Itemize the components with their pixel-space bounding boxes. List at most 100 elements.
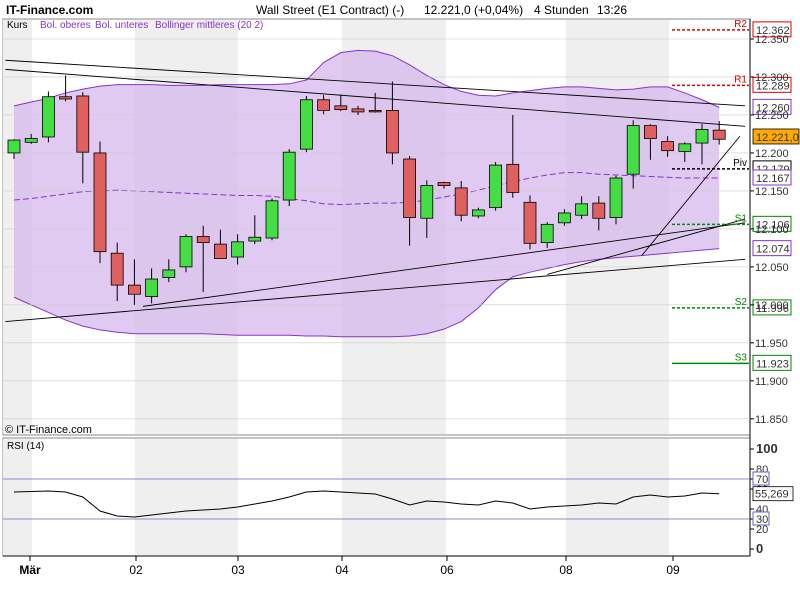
candle-body <box>558 212 571 224</box>
y-tick-label: 12.350 <box>755 34 789 46</box>
candle-body <box>110 252 124 286</box>
candle-body <box>282 151 296 201</box>
y-tick-label: 12.050 <box>755 262 789 274</box>
candle-body <box>334 105 348 111</box>
candle-body <box>299 99 313 150</box>
rsi-panel-label: RSI (14) <box>7 441 44 452</box>
y-tick-label: 12.250 <box>755 110 789 122</box>
candle-body <box>437 182 451 186</box>
y-tick-label: 12.150 <box>755 186 789 198</box>
site-title: IT-Finance.com <box>6 3 93 17</box>
candle-body <box>231 241 245 258</box>
y-tick-label: 11.850 <box>755 414 788 426</box>
candle-body <box>678 143 692 152</box>
legend-upper: Bol. oberes <box>40 20 91 31</box>
candle-body <box>454 187 468 216</box>
candle <box>489 162 503 211</box>
price-panel-label: Kurs <box>7 20 28 31</box>
y-tick-label: 12.200 <box>755 148 789 160</box>
level-label-s3: S3 <box>735 352 748 363</box>
rsi-tick-label: 20 <box>756 524 768 536</box>
level-label-piv: Piv <box>733 158 747 169</box>
candle-body <box>712 129 726 140</box>
level-label-s2: S2 <box>735 297 748 308</box>
legend-middle: Bollinger mittleres (20 2) <box>155 20 263 31</box>
y-tick-label: 12.300 <box>755 72 789 84</box>
x-tick-label: Mär <box>19 563 41 577</box>
day-band <box>566 439 669 555</box>
candle <box>42 91 55 143</box>
candle <box>609 175 623 225</box>
level-label-s1: S1 <box>735 213 748 224</box>
band-value-label: 12.221,0 <box>756 132 799 144</box>
candle-body <box>7 139 21 154</box>
candle-body <box>248 236 262 242</box>
y-tick-label: 12.000 <box>755 300 789 312</box>
candle-body <box>575 203 588 216</box>
level-label-r1: R1 <box>734 74 747 85</box>
rsi-tick-label: 0 <box>756 541 763 556</box>
candle-body <box>385 109 399 154</box>
candle-body <box>489 164 503 209</box>
y-tick-label: 12.100 <box>755 224 789 236</box>
x-tick-label: 02 <box>129 563 143 577</box>
candle-body <box>59 96 72 100</box>
day-band <box>3 439 32 555</box>
interval-label: 4 Stunden <box>534 3 589 17</box>
candle-body <box>196 236 210 243</box>
candle-body <box>179 236 193 268</box>
legend-lower: Bol. unteres <box>95 20 148 31</box>
rsi-tick-label: 100 <box>756 441 778 456</box>
instrument-name: Wall Street (E1 Contract) (-) <box>256 3 404 17</box>
candle-body <box>695 128 709 144</box>
candle-body <box>609 177 623 218</box>
day-band <box>342 439 446 555</box>
candle-body <box>661 141 674 152</box>
band-value-label: 12.074 <box>756 244 790 256</box>
rsi-value-label: 55,269 <box>755 489 789 501</box>
candle-body <box>351 108 365 113</box>
x-tick-label: 06 <box>440 563 454 577</box>
candle-body <box>506 163 520 193</box>
candle <box>179 234 193 273</box>
candle-body <box>523 201 537 244</box>
candle-body <box>24 138 38 143</box>
candle-body <box>592 202 606 219</box>
candle-body <box>213 243 227 259</box>
candle <box>282 149 296 207</box>
candle-body <box>471 209 485 217</box>
candle <box>265 198 279 241</box>
candle-body <box>127 284 141 295</box>
y-tick-label: 11.950 <box>755 338 788 350</box>
candle <box>93 141 107 264</box>
candle-body <box>420 185 434 219</box>
x-tick-label: 08 <box>559 563 573 577</box>
candle <box>299 95 313 153</box>
candle-body <box>76 95 90 153</box>
candle-body <box>403 158 417 218</box>
chart-canvas: IT-Finance.com Wall Street (E1 Contract)… <box>2 3 800 577</box>
x-tick-label: 03 <box>231 563 245 577</box>
candle-body <box>93 152 107 253</box>
level-label-r2: R2 <box>734 19 747 30</box>
day-band <box>135 439 238 555</box>
band-value-label: 12.167 <box>756 173 790 185</box>
candle <box>523 195 537 250</box>
candle-body <box>368 109 382 113</box>
candle-body <box>644 125 657 139</box>
candle-body <box>42 96 55 138</box>
time-axis: Mär 02 03 04 06 08 09 <box>19 556 680 577</box>
price-change: 12.221,0 (+0,04%) <box>424 3 523 17</box>
candle-body <box>145 278 159 297</box>
candle-body <box>265 200 279 239</box>
watermark: © IT-Finance.com <box>5 424 92 436</box>
candle-body <box>540 223 554 243</box>
level-value-s3: 11.923 <box>756 358 789 370</box>
y-tick-label: 11.900 <box>755 376 788 388</box>
x-tick-label: 09 <box>666 563 680 577</box>
time-label: 13:26 <box>597 3 627 17</box>
x-tick-label: 04 <box>335 563 349 577</box>
candle-body <box>162 269 176 278</box>
candle-body <box>317 99 331 111</box>
candle-body <box>626 125 640 175</box>
